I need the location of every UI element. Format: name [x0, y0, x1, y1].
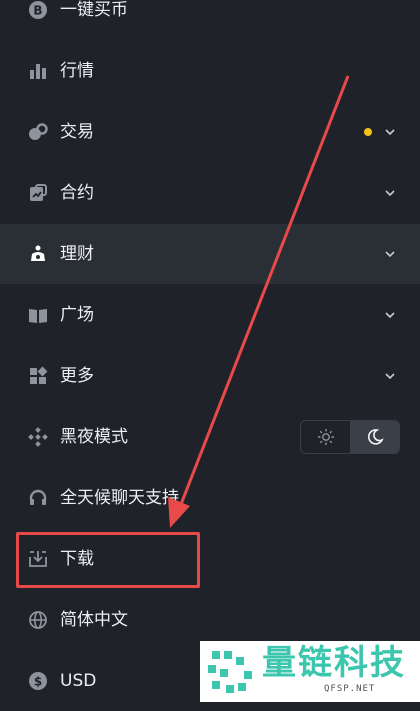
svg-text:B: B — [33, 4, 42, 18]
notification-dot — [364, 128, 372, 136]
bitcoin-icon: B — [28, 0, 48, 20]
book-open-icon — [28, 305, 48, 325]
chevron-down-icon[interactable] — [384, 370, 396, 382]
bar-chart-icon — [28, 61, 48, 81]
chevron-down-icon[interactable] — [384, 187, 396, 199]
piggy-bank-icon — [28, 244, 48, 264]
trade-icon — [28, 122, 48, 142]
menu-item-label: 黑夜模式 — [60, 427, 128, 447]
menu-item-label: 交易 — [60, 122, 94, 142]
download-highlight-box — [16, 532, 200, 588]
menu-item-contract[interactable]: 合约 — [0, 163, 420, 223]
watermark-subtitle: QFSP.NET — [324, 684, 376, 694]
binance-logo-icon — [28, 427, 48, 447]
menu-item-label: 全天候聊天支持 — [60, 488, 179, 508]
contract-icon — [28, 183, 48, 203]
moon-icon — [367, 429, 384, 445]
menu-item-buy-crypto[interactable]: B 一键买币 — [0, 0, 420, 40]
menu-item-label: 简体中文 — [60, 610, 128, 630]
menu-item-label: 理财 — [60, 244, 94, 264]
headset-icon — [28, 488, 48, 508]
watermark-logo-icon — [208, 651, 252, 693]
menu-item-label: 广场 — [60, 305, 94, 325]
grid-icon — [28, 366, 48, 386]
menu-item-dark-mode: 黑夜模式 — [0, 407, 420, 467]
dark-mode-option[interactable] — [350, 421, 399, 453]
dollar-icon: $ — [28, 671, 48, 691]
globe-icon — [28, 610, 48, 630]
menu-item-market[interactable]: 行情 — [0, 41, 420, 101]
menu-item-square[interactable]: 广场 — [0, 285, 420, 345]
menu-item-label: USD — [60, 671, 97, 691]
menu-item-label: 更多 — [60, 366, 94, 386]
chevron-down-icon[interactable] — [384, 309, 396, 321]
watermark-title: 量链科技 — [262, 643, 406, 683]
menu-item-label: 一键买币 — [60, 0, 128, 20]
light-mode-option[interactable] — [301, 421, 350, 453]
svg-text:$: $ — [34, 675, 42, 689]
menu-item-earn[interactable]: 理财 — [0, 224, 420, 284]
watermark: 量链科技 QFSP.NET — [200, 641, 420, 702]
menu-item-support[interactable]: 全天候聊天支持 — [0, 468, 420, 528]
menu-item-label: 行情 — [60, 61, 94, 81]
menu-item-trade[interactable]: 交易 — [0, 102, 420, 162]
menu-item-more[interactable]: 更多 — [0, 346, 420, 406]
chevron-down-icon[interactable] — [384, 126, 396, 138]
menu-item-label: 合约 — [60, 183, 94, 203]
chevron-down-icon[interactable] — [384, 248, 396, 260]
theme-toggle[interactable] — [300, 420, 400, 454]
sun-icon — [317, 429, 334, 445]
